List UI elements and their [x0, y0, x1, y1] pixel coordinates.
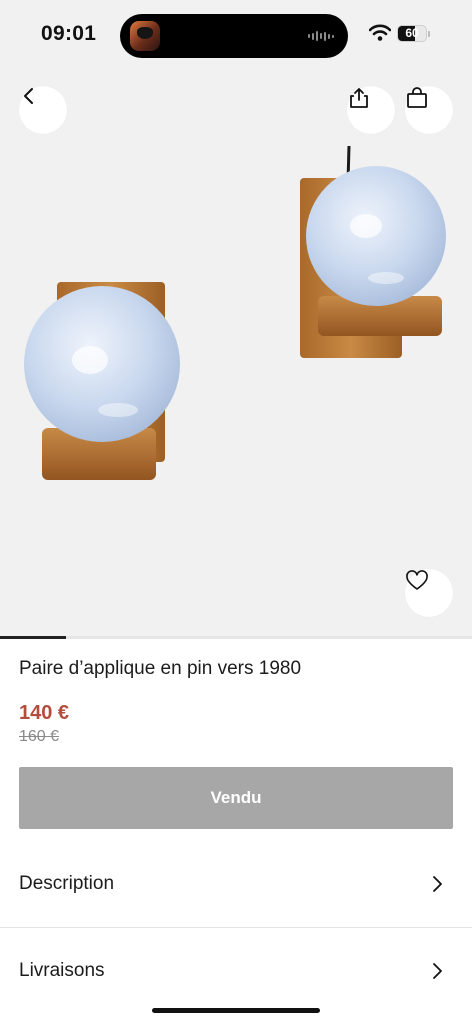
favorite-button[interactable]	[405, 569, 453, 617]
description-row[interactable]: Description	[0, 840, 472, 928]
original-price: 160 €	[19, 728, 60, 745]
battery-icon: 60	[397, 25, 427, 42]
battery-percent: 60	[405, 26, 419, 40]
home-indicator[interactable]	[152, 1008, 320, 1013]
sold-button[interactable]: Vendu	[19, 767, 453, 829]
now-playing-avatar	[130, 21, 160, 51]
shopping-bag-icon	[407, 87, 427, 108]
description-label: Description	[19, 872, 115, 894]
shipping-label: Livraisons	[19, 960, 105, 981]
product-title: Paire d’applique en pin vers 1980	[19, 658, 302, 679]
product-price: 140 €	[19, 702, 70, 724]
image-carousel-indicator	[0, 636, 472, 639]
heart-icon	[406, 570, 428, 590]
audio-wave-icon	[308, 30, 334, 42]
battery-tip	[428, 31, 430, 37]
share-button[interactable]	[347, 86, 395, 134]
carousel-active-segment	[0, 636, 67, 639]
status-bar: 09:01 60	[0, 0, 472, 64]
product-image[interactable]	[0, 0, 472, 636]
product-photo	[24, 145, 446, 480]
dynamic-island[interactable]	[120, 14, 348, 58]
cart-button[interactable]	[405, 86, 453, 134]
chevron-right-icon	[433, 875, 442, 892]
shipping-row[interactable]: Livraisons	[0, 927, 472, 1015]
back-button[interactable]	[19, 86, 67, 134]
clock: 09:01	[41, 22, 97, 45]
chevron-left-icon	[24, 88, 33, 104]
share-icon	[350, 88, 368, 108]
chevron-right-icon	[433, 963, 442, 979]
wifi-icon	[369, 24, 391, 41]
